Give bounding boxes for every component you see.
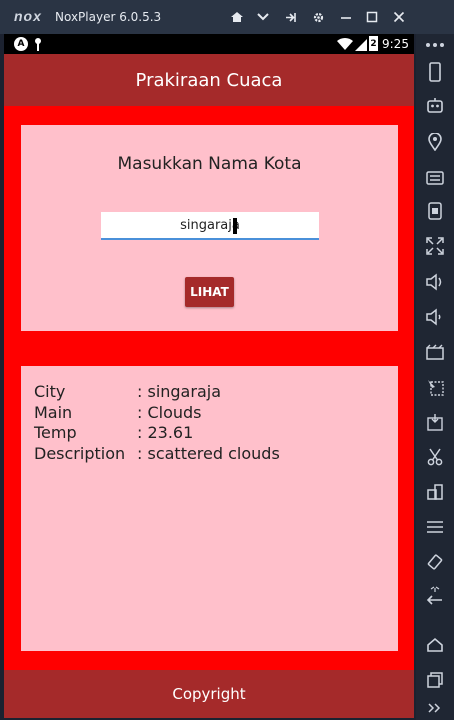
info-label: Description	[34, 443, 126, 463]
nox-logo: nox	[14, 8, 42, 24]
volume-up-icon[interactable]	[423, 271, 447, 293]
status-bar: A 2 9:25	[4, 34, 414, 54]
info-value: : scattered clouds	[137, 443, 280, 463]
search-card: Masukkan Nama Kota LIHAT	[21, 125, 398, 331]
info-row-main: Main : Clouds	[34, 403, 280, 424]
city-input[interactable]	[101, 212, 319, 240]
recent-apps-icon[interactable]	[423, 669, 447, 691]
info-value: : singaraja	[137, 382, 221, 401]
android-notification-icon: A	[14, 37, 28, 51]
close-icon[interactable]	[391, 9, 407, 25]
key-icon	[34, 37, 42, 54]
location-icon[interactable]	[423, 131, 447, 153]
home-icon[interactable]	[229, 9, 245, 25]
expand-more-icon[interactable]	[423, 697, 447, 719]
emulator-sidebar	[416, 34, 454, 720]
info-row-temp: Temp : 23.61	[34, 423, 280, 444]
footer: Copyright	[4, 670, 414, 718]
volume-down-icon[interactable]	[423, 306, 447, 328]
info-label: Temp	[34, 423, 77, 442]
scissors-icon[interactable]	[423, 446, 447, 468]
clock: 9:25	[382, 37, 409, 51]
robot-icon[interactable]	[423, 94, 447, 116]
info-row-description: Description : scattered clouds	[34, 444, 280, 465]
info-label: City	[34, 382, 66, 401]
chevron-down-icon[interactable]	[255, 9, 271, 25]
shake-icon[interactable]	[423, 551, 447, 573]
android-screen: A 2 9:25 Prakiraan Cuaca Masukkan Nama K…	[4, 34, 414, 718]
app-title: Prakiraan Cuaca	[135, 69, 283, 91]
minimize-icon[interactable]	[338, 9, 354, 25]
lihat-button[interactable]: LIHAT	[185, 277, 234, 307]
apk-icon[interactable]	[423, 411, 447, 433]
footer-text: Copyright	[172, 685, 246, 703]
gear-icon[interactable]	[310, 9, 326, 25]
result-card: City : singaraja Main : Clouds Temp : 23.61…	[21, 366, 398, 651]
video-icon[interactable]	[423, 341, 447, 363]
app-bar: Prakiraan Cuaca	[4, 54, 414, 106]
back-icon[interactable]	[423, 586, 447, 608]
wifi-icon	[336, 37, 354, 54]
emulator-titlebar: nox NoxPlayer 6.0.5.3	[0, 0, 454, 34]
home-nav-icon[interactable]	[423, 634, 447, 656]
weather-info: City : singaraja Main : Clouds Temp : 23.61…	[34, 382, 280, 464]
info-value: : 23.61	[137, 423, 194, 442]
signal-icon	[355, 37, 367, 54]
pin-icon[interactable]	[282, 9, 298, 25]
phone-rotate-icon[interactable]	[423, 61, 447, 83]
multi-instance-icon[interactable]	[423, 481, 447, 503]
text-cursor	[233, 218, 237, 234]
battery-icon: 2	[369, 36, 378, 51]
more-icon[interactable]	[423, 34, 447, 56]
window-title: NoxPlayer 6.0.5.3	[55, 10, 162, 24]
info-value: : Clouds	[137, 402, 202, 422]
info-row-city: City : singaraja	[34, 382, 280, 403]
menu-icon[interactable]	[423, 516, 447, 538]
info-label: Main	[34, 402, 73, 422]
keyboard-icon[interactable]	[423, 167, 447, 189]
multi-select-icon[interactable]	[423, 376, 447, 398]
screenshot-icon[interactable]	[423, 200, 447, 222]
maximize-icon[interactable]	[364, 9, 380, 25]
fullscreen-icon[interactable]	[423, 235, 447, 257]
city-prompt: Masukkan Nama Kota	[117, 154, 302, 174]
